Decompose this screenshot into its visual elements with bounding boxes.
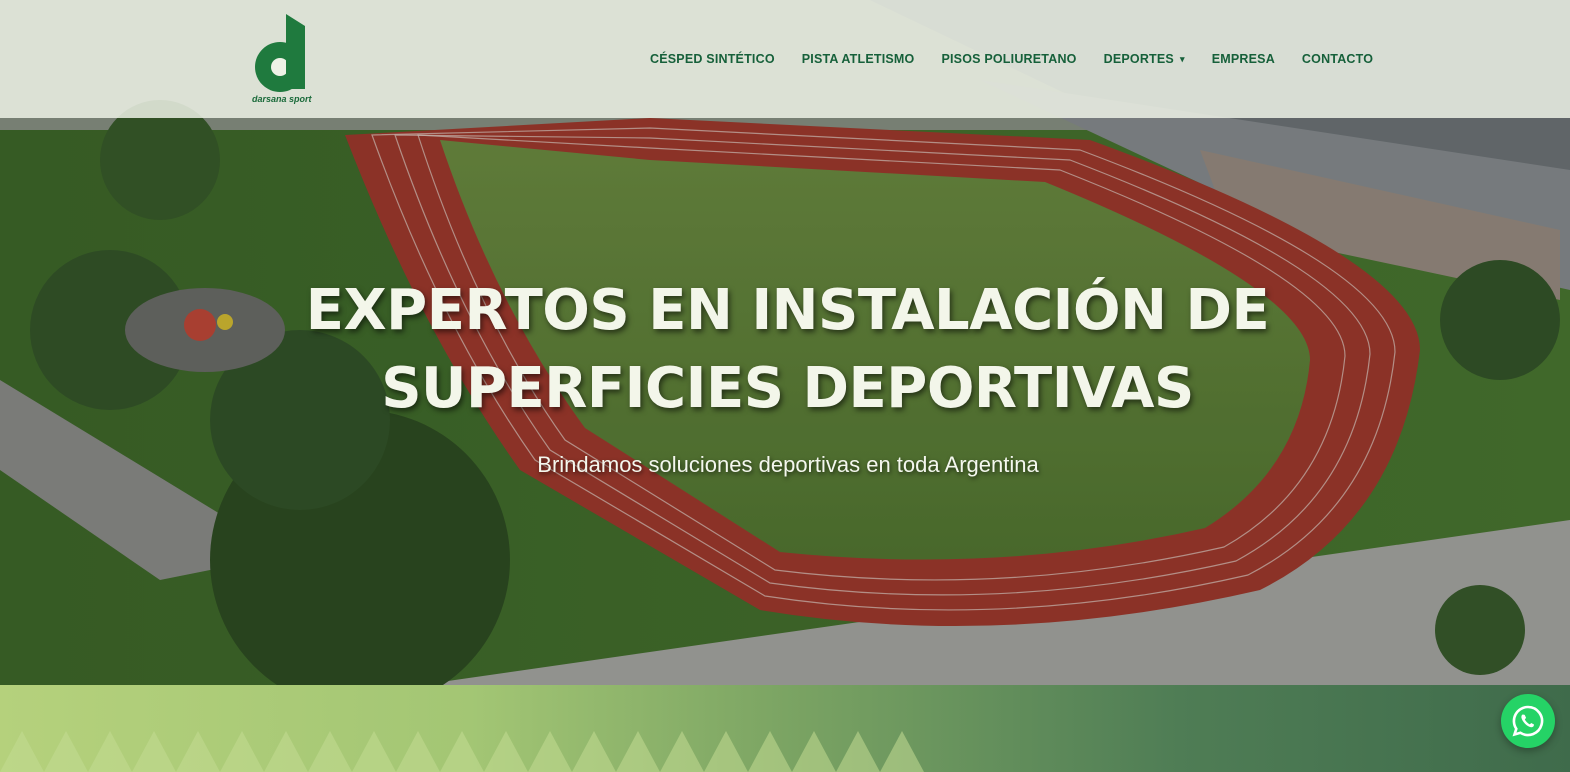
hero-subtitle: Brindamos soluciones deportivas en toda … <box>537 452 1039 477</box>
nav-item-contacto[interactable]: CONTACTO <box>1302 52 1373 66</box>
nav-item-label: CÉSPED SINTÉTICO <box>650 52 775 66</box>
main-nav: CÉSPED SINTÉTICO PISTA ATLETISMO PISOS P… <box>650 52 1400 66</box>
whatsapp-button[interactable] <box>1501 694 1555 748</box>
brand-name: darsana sport <box>252 94 312 104</box>
nav-item-label: PISTA ATLETISMO <box>801 52 915 66</box>
site-header: darsana sport CÉSPED SINTÉTICO PISTA ATL… <box>0 0 1570 118</box>
nav-item-cesped-sintetico[interactable]: CÉSPED SINTÉTICO <box>650 52 775 66</box>
hero-title-line-2: SUPERFICIES DEPORTIVAS <box>381 356 1194 421</box>
nav-item-label: PISOS POLIURETANO <box>941 52 1077 66</box>
nav-item-label: DEPORTES <box>1103 52 1174 66</box>
nav-item-empresa[interactable]: EMPRESA <box>1212 52 1275 66</box>
nav-item-pista-atletismo[interactable]: PISTA ATLETISMO <box>802 52 915 66</box>
brand-logo-icon[interactable] <box>252 12 312 106</box>
nav-item-label: EMPRESA <box>1211 52 1275 66</box>
nav-item-label: CONTACTO <box>1301 52 1374 66</box>
chevron-down-icon: ▾ <box>1179 53 1185 64</box>
chevron-pattern-decoration <box>0 731 924 772</box>
hero-title: EXPERTOS EN INSTALACIÓN DE SUPERFICIES D… <box>0 272 1570 428</box>
whatsapp-icon <box>1512 705 1544 737</box>
nav-item-deportes[interactable]: DEPORTES ▾ <box>1104 52 1185 66</box>
section-divider-band <box>0 685 1570 772</box>
nav-item-pisos-poliuretano[interactable]: PISOS POLIURETANO <box>941 52 1076 66</box>
hero-title-line-1: EXPERTOS EN INSTALACIÓN DE <box>305 278 1270 343</box>
